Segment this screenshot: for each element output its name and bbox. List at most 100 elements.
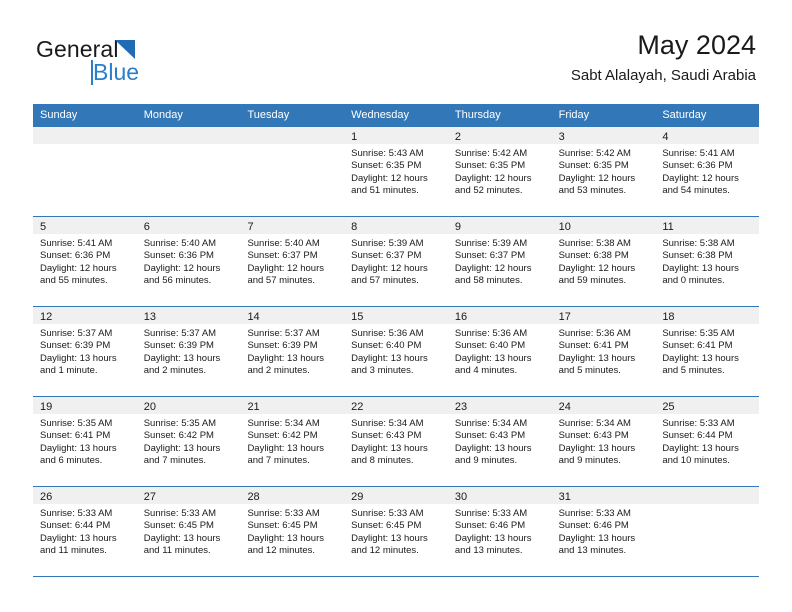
day-of-week-header-tuesday: Tuesday [247,109,290,121]
calendar-day-cell[interactable]: 3 Sunrise: 5:42 AM Sunset: 6:35 PM Daylight… [551,127,656,216]
calendar-day-cell[interactable]: 28 Sunrise: 5:33 AM Sunset: 6:45 PM Dayligh… [240,487,345,576]
day-details: Sunrise: 5:42 AM Sunset: 6:35 PM Daylight:… [552,144,656,198]
sunset-text: Sunset: 6:39 PM [247,340,318,352]
sunrise-text: Sunrise: 5:42 AM [558,148,631,159]
day-number: 12 [40,311,53,323]
day-number-band: 25 [655,397,760,414]
daylight-text: Daylight: 13 hours [558,352,636,364]
day-details: Sunrise: 5:35 AM Sunset: 6:42 PM Daylight:… [137,414,241,468]
day-details: Sunrise: 5:35 AM Sunset: 6:41 PM Daylight:… [33,414,137,468]
day-number: 19 [40,401,53,413]
day-number-band: 11 [655,217,760,234]
daylight-text: and 53 minutes. [558,185,627,197]
calendar-day-cell[interactable]: 11 Sunrise: 5:38 AM Sunset: 6:38 PM Dayligh… [655,217,760,306]
calendar-day-cell[interactable]: 1 Sunrise: 5:43 AM Sunset: 6:35 PM Daylight… [344,127,448,216]
daylight-text: Daylight: 12 hours [351,262,428,274]
daylight-text: Daylight: 12 hours [454,172,532,184]
calendar-day-cell[interactable]: 25 Sunrise: 5:33 AM Sunset: 6:44 PM Dayligh… [655,397,760,486]
day-number-band: 3 [551,127,656,144]
day-number: 21 [247,401,260,413]
day-number-band: 17 [551,307,656,324]
calendar-day-cell[interactable]: 2 Sunrise: 5:42 AM Sunset: 6:35 PM Daylight… [447,127,552,216]
daylight-text: and 2 minutes. [143,365,207,377]
calendar-day-cell[interactable]: 17 Sunrise: 5:36 AM Sunset: 6:41 PM Dayligh… [551,307,656,396]
calendar-day-cell[interactable]: 15 Sunrise: 5:36 AM Sunset: 6:40 PM Dayligh… [344,307,448,396]
day-details [137,144,241,148]
daylight-text: and 0 minutes. [662,275,725,287]
calendar-day-cell[interactable]: 21 Sunrise: 5:34 AM Sunset: 6:42 PM Dayligh… [240,397,345,486]
day-number: 13 [143,311,156,323]
calendar-day-cell[interactable]: 8 Sunrise: 5:39 AM Sunset: 6:37 PM Daylight… [344,217,448,306]
calendar-day-cell[interactable]: 24 Sunrise: 5:34 AM Sunset: 6:43 PM Dayligh… [551,397,656,486]
daylight-text: and 5 minutes. [662,365,725,377]
page-title: May 2024 [637,30,756,60]
day-number: 1 [351,131,358,143]
daylight-text: Daylight: 13 hours [143,532,221,544]
day-number-band: 27 [136,487,241,504]
calendar-day-cell[interactable]: 22 Sunrise: 5:34 AM Sunset: 6:43 PM Dayligh… [344,397,448,486]
calendar-day-cell[interactable]: 13 Sunrise: 5:37 AM Sunset: 6:39 PM Dayligh… [136,307,241,396]
day-of-week-header-saturday: Saturday [662,109,707,121]
calendar-day-cell[interactable]: 9 Sunrise: 5:39 AM Sunset: 6:37 PM Daylight… [447,217,552,306]
sunrise-text: Sunrise: 5:38 AM [558,238,631,249]
calendar-day-cell[interactable]: 4 Sunrise: 5:41 AM Sunset: 6:36 PM Daylight… [655,127,760,216]
calendar-day-cell[interactable]: 20 Sunrise: 5:35 AM Sunset: 6:42 PM Dayligh… [136,397,241,486]
day-details: Sunrise: 5:41 AM Sunset: 6:36 PM Daylight:… [655,144,759,198]
day-of-week-header-thursday: Thursday [454,109,501,121]
day-details: Sunrise: 5:33 AM Sunset: 6:46 PM Daylight:… [448,504,552,558]
calendar-day-cell[interactable]: 7 Sunrise: 5:40 AM Sunset: 6:37 PM Daylight… [240,217,345,306]
day-number-band: 4 [655,127,760,144]
calendar-day-cell[interactable]: 29 Sunrise: 5:33 AM Sunset: 6:45 PM Dayligh… [344,487,448,576]
day-of-week-header-sunday: Sunday [40,109,78,121]
day-number: 3 [558,131,565,143]
logo-text-blue: Blue [93,59,140,85]
day-of-week-header-row: Sunday Monday Tuesday Wednesday Thursday Frid… [33,104,759,126]
day-details: Sunrise: 5:34 AM Sunset: 6:43 PM Daylight:… [344,414,448,468]
calendar-day-cell[interactable]: 18 Sunrise: 5:35 AM Sunset: 6:41 PM Dayligh… [655,307,760,396]
calendar-day-cell[interactable]: 27 Sunrise: 5:33 AM Sunset: 6:45 PM Dayligh… [136,487,241,576]
calendar-day-cell[interactable]: 16 Sunrise: 5:36 AM Sunset: 6:40 PM Dayligh… [447,307,552,396]
sunset-text: Sunset: 6:42 PM [143,430,214,442]
daylight-text: Daylight: 13 hours [247,442,325,454]
daylight-text: Daylight: 13 hours [40,442,117,454]
general-blue-logo[interactable]: General Blue [36,36,206,94]
calendar-day-cell[interactable]: 30 Sunrise: 5:33 AM Sunset: 6:46 PM Dayligh… [447,487,552,576]
calendar-day-cell[interactable]: 10 Sunrise: 5:38 AM Sunset: 6:38 PM Dayligh… [551,217,656,306]
day-details: Sunrise: 5:40 AM Sunset: 6:37 PM Daylight:… [240,234,344,288]
sunrise-text: Sunrise: 5:42 AM [454,148,528,159]
day-number-band: 31 [551,487,656,504]
day-details: Sunrise: 5:39 AM Sunset: 6:37 PM Daylight:… [344,234,448,288]
calendar-day-cell[interactable]: 5 Sunrise: 5:41 AM Sunset: 6:36 PM Daylight… [33,217,137,306]
day-details: Sunrise: 5:33 AM Sunset: 6:44 PM Daylight:… [655,414,759,468]
day-number-band: 2 [447,127,552,144]
daylight-text: and 2 minutes. [247,365,310,377]
sunrise-text: Sunrise: 5:34 AM [247,418,320,429]
calendar-day-cell[interactable]: 14 Sunrise: 5:37 AM Sunset: 6:39 PM Dayligh… [240,307,345,396]
daylight-text: Daylight: 12 hours [662,172,739,184]
calendar-day-cell[interactable]: 31 Sunrise: 5:33 AM Sunset: 6:46 PM Dayligh… [551,487,656,576]
sunset-text: Sunset: 6:36 PM [143,250,214,262]
daylight-text: Daylight: 13 hours [40,532,117,544]
day-number-band: 9 [447,217,552,234]
page-subtitle-location: Sabt Alalayah, Saudi Arabia [570,67,756,84]
sunrise-text: Sunrise: 5:40 AM [247,238,320,249]
daylight-text: and 3 minutes. [351,365,414,377]
sunrise-text: Sunrise: 5:36 AM [454,328,528,339]
day-number-band: 15 [344,307,448,324]
calendar-day-cell[interactable]: 6 Sunrise: 5:40 AM Sunset: 6:36 PM Daylight… [136,217,241,306]
calendar-day-cell[interactable]: 19 Sunrise: 5:35 AM Sunset: 6:41 PM Dayligh… [33,397,137,486]
day-details: Sunrise: 5:43 AM Sunset: 6:35 PM Daylight:… [344,144,448,198]
calendar-day-cell[interactable]: 23 Sunrise: 5:34 AM Sunset: 6:43 PM Dayligh… [447,397,552,486]
day-details: Sunrise: 5:33 AM Sunset: 6:45 PM Daylight:… [344,504,448,558]
calendar-day-cell[interactable]: 12 Sunrise: 5:37 AM Sunset: 6:39 PM Dayligh… [33,307,137,396]
sunrise-text: Sunrise: 5:33 AM [558,508,631,519]
day-number-band: 20 [136,397,241,414]
day-details: Sunrise: 5:33 AM Sunset: 6:46 PM Daylight:… [552,504,656,558]
title-block: May 2024 Sabt Alalayah, Saudi Arabia [571,28,756,87]
sunrise-text: Sunrise: 5:33 AM [143,508,217,519]
day-number: 18 [662,311,675,323]
day-details: Sunrise: 5:33 AM Sunset: 6:45 PM Daylight:… [137,504,241,558]
calendar-day-cell[interactable]: 26 Sunrise: 5:33 AM Sunset: 6:44 PM Dayligh… [33,487,137,576]
sunset-text: Sunset: 6:41 PM [558,340,629,352]
sunset-text: Sunset: 6:46 PM [454,520,526,532]
